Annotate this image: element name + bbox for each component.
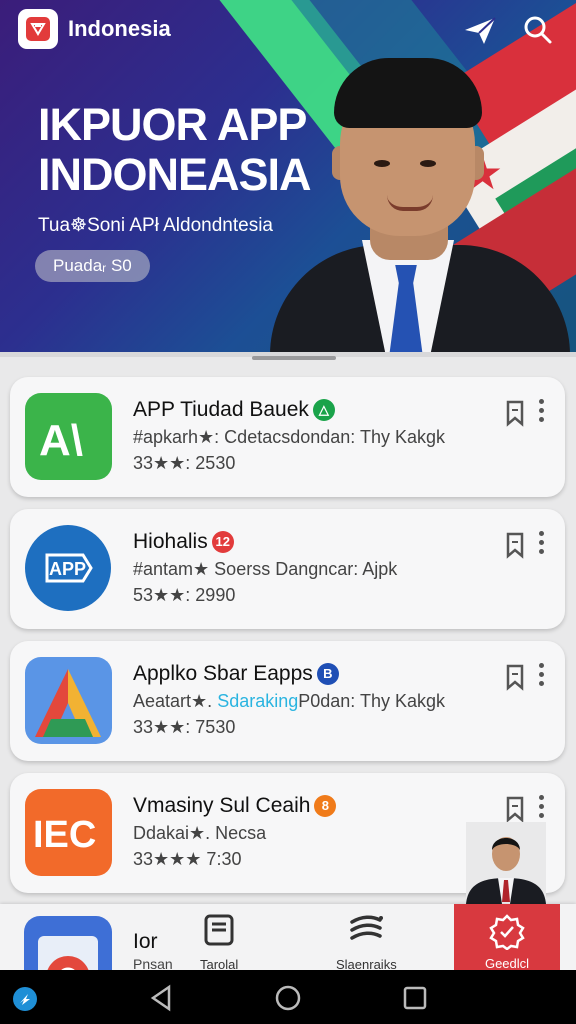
nav-app-title: Ior: [133, 930, 158, 953]
pip-video-thumbnail[interactable]: [466, 822, 546, 904]
app-subtitle: #antam★ Soerss Dangncar: Ajpk: [133, 559, 398, 579]
nav-label: Slaenraiks: [336, 957, 397, 970]
app-title-text: Hiohalis: [133, 530, 208, 553]
app-icon: A\: [25, 393, 112, 480]
app-icon: IEC: [25, 789, 112, 876]
count-badge: 12: [211, 531, 234, 553]
hero-person-image: [270, 50, 570, 355]
screen: ★ Indonesia: [0, 0, 576, 1024]
recents-icon[interactable]: [402, 985, 428, 1016]
home-icon[interactable]: [274, 984, 302, 1017]
nav-app-subtitle: Pnsan: [133, 956, 173, 970]
bookmark-icon[interactable]: [504, 795, 526, 823]
app-title: Vmasiny Sul Ceaih 8: [133, 794, 337, 818]
app-icon-letters: A\: [39, 416, 83, 465]
more-options-icon[interactable]: [534, 663, 548, 691]
bottom-nav: Ior Pnsan Tarolal Slaenraiks Geedlcl: [0, 904, 576, 970]
hero-title-line-2: INDONEASIA: [38, 149, 312, 200]
app-icon: APP: [25, 525, 112, 612]
app-title-text: APP Tiudad Bauek: [133, 398, 309, 421]
app-subtitle-highlight[interactable]: Sdaraking: [217, 691, 298, 711]
tablet-icon: [204, 914, 234, 946]
app-title-text: Applko Sbar Eapps: [133, 662, 313, 685]
nav-item-slaenraiks[interactable]: Slaenraiks: [336, 914, 397, 970]
app-subtitle: #apkarh★: Cdetacsdondan: Thy Kakgk: [133, 427, 445, 447]
bookmark-icon[interactable]: [504, 531, 526, 559]
app-title: APP Tiudad Bauek △: [133, 398, 335, 422]
bookmark-icon[interactable]: [504, 399, 526, 427]
bookmark-icon[interactable]: [504, 663, 526, 691]
app-subtitle-post: P0dan: Thy Kakgk: [298, 691, 446, 711]
nav-item-tarolal[interactable]: Tarolal: [200, 914, 238, 970]
app-rating: 33★★: 2530: [133, 453, 236, 473]
top-bar: Indonesia: [0, 0, 576, 56]
b-badge: B: [316, 663, 339, 685]
nav-item-geedlcl[interactable]: Geedlcl: [454, 904, 560, 970]
app-icon-letters: APP: [49, 559, 86, 579]
app-title: Applko Sbar Eapps B: [133, 662, 339, 686]
app-card[interactable]: APP Hiohalis 12 #antam★ Soerss Dangncar: …: [10, 509, 565, 629]
verified-badge-icon: △: [312, 399, 335, 421]
search-icon[interactable]: [520, 12, 556, 48]
app-icon: [25, 657, 112, 744]
badge-seal-icon: [489, 914, 525, 950]
app-subtitle: Aeatart★. SdarakingP0dan: Thy Kakgk: [133, 691, 445, 712]
brand-name: Indonesia: [68, 16, 171, 41]
hero-title-line-1: IKPUOR APP: [38, 99, 307, 150]
layers-icon: [350, 915, 384, 940]
chrome-app-icon[interactable]: [24, 916, 112, 970]
app-subtitle-pre: Aeatart★.: [133, 691, 218, 711]
nav-label: Geedlcl: [484, 956, 530, 970]
app-title: Hiohalis 12: [133, 530, 234, 554]
hero-banner[interactable]: ★ Indonesia: [0, 0, 576, 355]
app-subtitle: Ddakai★. Necsa: [133, 823, 267, 843]
count-badge: 8: [314, 795, 337, 817]
more-options-icon[interactable]: [534, 399, 548, 427]
app-switch-icon[interactable]: [12, 986, 38, 1017]
app-logo-icon[interactable]: [18, 9, 58, 49]
app-rating: 33★★: 7530: [133, 717, 236, 737]
more-options-icon[interactable]: [534, 531, 548, 559]
app-icon-letters: IEC: [33, 814, 96, 856]
back-icon[interactable]: [148, 984, 174, 1017]
app-rating: 33★★★ 7:30: [133, 849, 242, 869]
hero-title: IKPUOR APP INDONEASIA: [38, 100, 328, 200]
hero-pill-button[interactable]: Puadaᵣ S0: [35, 250, 150, 282]
more-options-icon[interactable]: [534, 795, 548, 823]
hero-subtitle: Tua☸Soni APł Aldondntesia: [38, 215, 273, 236]
app-card[interactable]: A\ APP Tiudad Bauek △ #apkarh★: Cdetacsdo…: [10, 377, 565, 497]
nav-label: Tarolal: [200, 957, 239, 970]
drag-handle[interactable]: [252, 356, 336, 360]
paper-plane-icon[interactable]: [462, 12, 498, 48]
app-rating: 53★★: 2990: [133, 585, 236, 605]
app-card[interactable]: Applko Sbar Eapps B Aeatart★. SdarakingP0…: [10, 641, 565, 761]
system-nav-bar: [0, 970, 576, 1024]
app-title-text: Vmasiny Sul Ceaih: [133, 794, 311, 817]
